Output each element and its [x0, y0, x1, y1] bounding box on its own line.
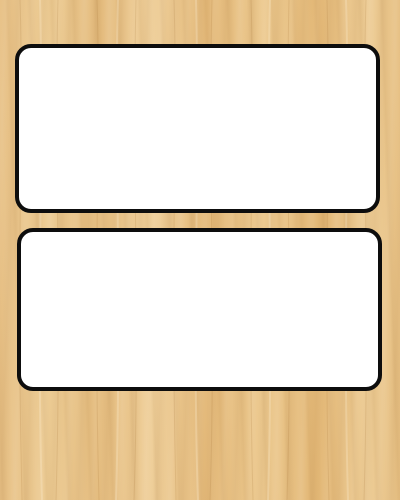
top-panel: [15, 44, 380, 213]
bottom-panel: [17, 228, 382, 391]
wood-background: [0, 0, 400, 500]
